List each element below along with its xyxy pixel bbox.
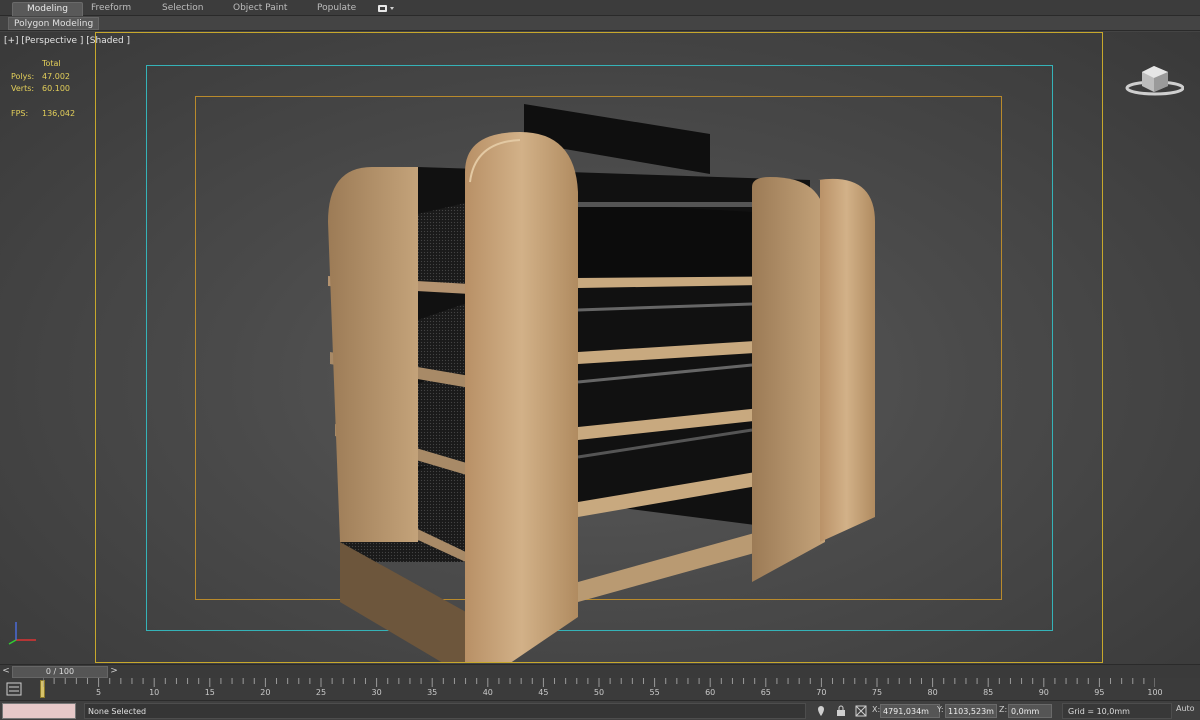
axis-tripod-icon (6, 618, 42, 646)
ruler-label: 55 (649, 688, 660, 697)
ruler-label: 50 (593, 688, 605, 697)
x-coordinate-field[interactable]: 4791,034m (880, 704, 940, 718)
tab-selection[interactable]: Selection (148, 2, 217, 16)
ruler-label: 80 (927, 688, 938, 697)
track-bar[interactable]: 5 10 15 20 25 30 35 40 45 50 55 60 65 70 75 80 85 90 95 100 (0, 678, 1200, 700)
tab-modeling[interactable]: Modeling (12, 2, 83, 16)
ribbon-subbar: Polygon Modeling (0, 16, 1200, 31)
ruler-label: 45 (538, 688, 549, 697)
time-slider[interactable]: 0 / 100 (12, 666, 108, 678)
stats-verts-label: Verts: (11, 84, 35, 93)
maxscript-listener-mini[interactable] (2, 703, 76, 719)
grid-spacing-display: Grid = 10,0mm (1062, 703, 1172, 719)
ruler-label: 30 (371, 688, 382, 697)
viewport-label-menu[interactable]: [+] [Perspective ] [Shaded ] (4, 36, 130, 46)
stats-verts-value: 60.100 (42, 84, 70, 93)
selection-lock-icon[interactable] (835, 705, 847, 717)
z-coordinate-field[interactable]: 0,0mm (1008, 704, 1052, 718)
ruler-label: 40 (482, 688, 493, 697)
ruler-label: 15 (204, 688, 215, 697)
ruler-label: 70 (816, 688, 827, 697)
auto-key-button[interactable]: Auto (1176, 704, 1195, 713)
ruler-label: 65 (760, 688, 771, 697)
ribbon-tabs: Modeling Freeform Selection Object Paint… (0, 0, 1200, 16)
time-slider-bar: < 0 / 100 > (0, 664, 1200, 678)
ruler-label: 10 (149, 688, 160, 697)
ruler-label: 100 (1147, 688, 1163, 697)
stats-total-header: Total (42, 59, 61, 68)
ruler-label: 90 (1038, 688, 1049, 697)
ruler-label: 5 (96, 688, 102, 697)
status-bar: None Selected X: 4791,034m Y: 1103,523m … (0, 700, 1200, 720)
absolute-transform-icon[interactable] (855, 705, 867, 717)
polygon-modeling-panel-button[interactable]: Polygon Modeling (8, 17, 100, 30)
stats-polys-label: Polys: (11, 71, 35, 81)
display-options-icon[interactable] (376, 3, 396, 14)
ruler-label: 95 (1094, 688, 1105, 697)
y-coordinate-label: Y: (937, 705, 944, 714)
stats-fps-label: FPS: (11, 108, 29, 118)
y-coordinate-field[interactable]: 1103,523m (945, 704, 997, 718)
next-frame-button[interactable]: > (108, 665, 120, 679)
curve-editor-icon[interactable] (6, 682, 22, 696)
x-coordinate-label: X: (872, 705, 881, 714)
tab-freeform[interactable]: Freeform (77, 2, 145, 16)
stats-fps-value: 136,042 (42, 108, 76, 118)
stats-polys-value: 47.002 (42, 71, 70, 81)
ruler-label: 35 (427, 688, 438, 697)
prev-frame-button[interactable]: < (0, 665, 12, 679)
tab-object-paint[interactable]: Object Paint (219, 2, 301, 16)
ruler-label: 20 (260, 688, 271, 697)
tab-populate[interactable]: Populate (303, 2, 370, 16)
ruler-label: 85 (983, 688, 994, 697)
ruler-label: 60 (705, 688, 716, 697)
ruler-label: 25 (315, 688, 327, 697)
ruler-label: 75 (871, 688, 883, 697)
viewport-statistics: Total Polys: 47.002 Verts: 60.100 FPS: 136,… (11, 58, 75, 120)
z-coordinate-label: Z: (999, 705, 1008, 714)
perspective-viewport[interactable]: [+] [Perspective ] [Shaded ] Total Polys… (0, 32, 1200, 664)
shelf-model[interactable] (300, 62, 920, 662)
isolate-selection-icon[interactable] (815, 705, 827, 717)
viewcube-icon[interactable] (1124, 62, 1185, 98)
selection-status: None Selected (84, 703, 806, 719)
